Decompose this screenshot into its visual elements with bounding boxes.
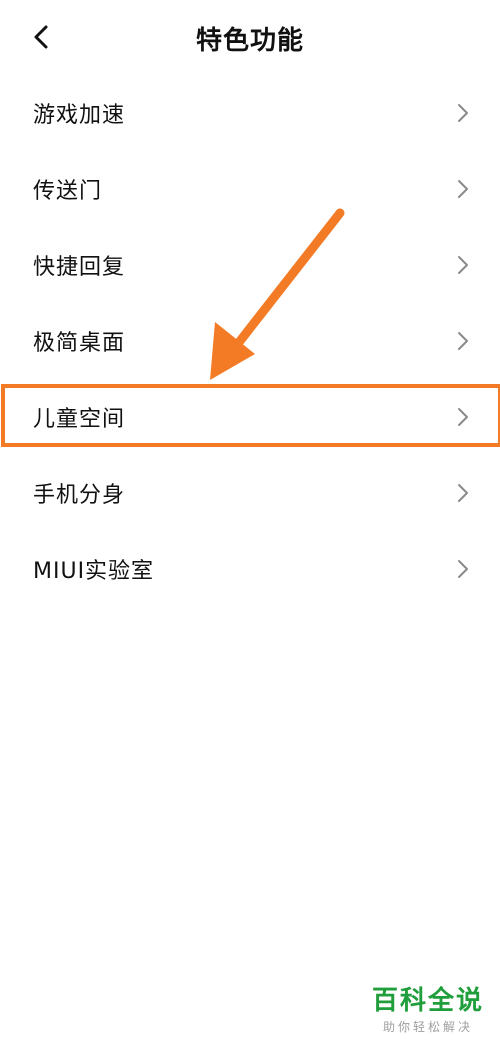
- page-title: 特色功能: [195, 26, 304, 56]
- list-item-label: 传送门: [33, 179, 103, 204]
- list-item-miui-lab[interactable]: MIUI实验室: [0, 531, 500, 607]
- chevron-right-icon: [456, 254, 470, 276]
- chevron-right-icon: [456, 482, 470, 504]
- header: 特色功能: [0, 0, 500, 76]
- chevron-right-icon: [456, 178, 470, 200]
- list-item-second-space[interactable]: 手机分身: [0, 455, 500, 531]
- chevron-right-icon: [456, 406, 470, 428]
- list-item-label: 极简桌面: [33, 331, 126, 356]
- chevron-right-icon: [456, 102, 470, 124]
- list-item-label: 快捷回复: [33, 255, 126, 280]
- watermark-title: 百科全说: [371, 986, 484, 1016]
- list-item-portal[interactable]: 传送门: [0, 151, 500, 227]
- chevron-right-icon: [456, 558, 470, 580]
- watermark-subtitle: 助你轻松解决: [382, 1020, 473, 1034]
- feature-list: 游戏加速 传送门 快捷回复 极简桌面 儿童空间 手机分身 MIUI实验室: [0, 75, 500, 607]
- chevron-right-icon: [456, 330, 470, 352]
- list-item-label: 手机分身: [33, 483, 126, 508]
- list-item-kids-space[interactable]: 儿童空间: [0, 379, 500, 455]
- list-item-game-acceleration[interactable]: 游戏加速: [0, 75, 500, 151]
- list-item-label: MIUI实验室: [33, 559, 155, 584]
- list-item-label: 儿童空间: [33, 407, 126, 432]
- list-item-label: 游戏加速: [33, 103, 126, 128]
- watermark-logo: 百科全说 助你轻松解决: [372, 986, 484, 1035]
- list-item-minimal-desktop[interactable]: 极简桌面: [0, 303, 500, 379]
- list-item-quick-reply[interactable]: 快捷回复: [0, 227, 500, 303]
